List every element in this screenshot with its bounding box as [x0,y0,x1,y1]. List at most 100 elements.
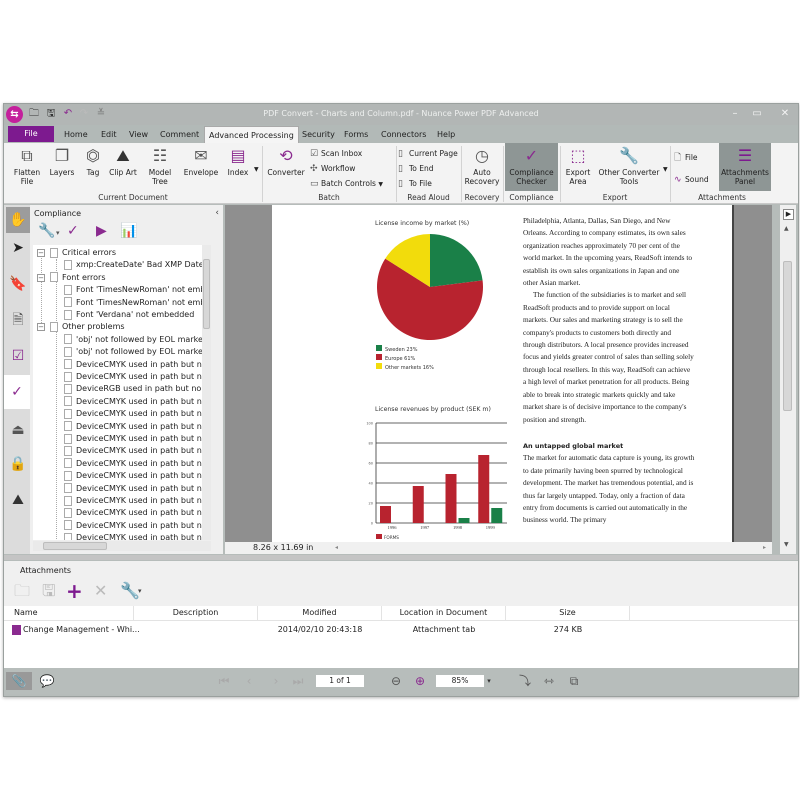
tab-security[interactable]: Security [298,126,339,143]
zoom-level-input[interactable]: 85% [436,675,484,687]
attachments-toggle-icon[interactable]: 📎 [6,672,32,690]
tree-vertical-scrollbar[interactable] [202,245,211,540]
select-tool-icon[interactable]: ➤ [6,235,30,261]
export-area-button[interactable]: ⬚ Export Area [564,146,592,186]
zoom-out-icon[interactable]: ⊖ [387,672,405,690]
document-vertical-scrollbar[interactable]: ▶ ▲ ▼ [780,205,796,554]
scroll-up-arrow[interactable]: ▲ [784,225,789,232]
tab-advanced-processing[interactable]: Advanced Processing [204,126,299,143]
tab-edit[interactable]: Edit [97,126,121,143]
auto-recovery-button[interactable]: ◷ Auto Recovery [464,146,500,186]
collapse-icon[interactable]: − [37,273,45,282]
workflow-button[interactable]: ✣ Workflow [310,162,355,175]
other-converter-dropdown-icon[interactable]: ▼ [663,163,668,176]
stamp-icon[interactable]: ⏏ [6,417,30,443]
maximize-button[interactable]: ▭ [746,107,768,121]
tab-forms[interactable]: Forms [340,126,372,143]
collapse-panel-button[interactable]: ‹ [215,208,219,218]
save-attachment-icon[interactable]: 🖫 [42,581,56,601]
full-screen-icon[interactable]: ⧉ [565,672,583,690]
play-icon[interactable]: ▶ [96,223,107,239]
hscroll-right-arrow[interactable]: ▸ [763,542,766,554]
fit-width-icon[interactable]: ⇿ [540,672,558,690]
attach-file-button[interactable]: 🗋 File [674,151,698,164]
tree-issue-item[interactable]: DeviceCMYK used in path but no outp [64,445,211,457]
tree-horizontal-scrollbar[interactable] [33,541,211,551]
comments-toggle-icon[interactable]: 💬 [36,672,58,690]
collapse-icon[interactable]: − [37,323,45,332]
next-page-button[interactable]: › [268,672,284,690]
tree-issue-item[interactable]: DeviceCMYK used in path but no outp [64,507,211,519]
flatten-file-button[interactable]: ⧉ Flatten File [12,146,42,186]
compliance-checker-button[interactable]: ✓ Compliance Checker [505,143,558,191]
attachment-tools-wrench-icon[interactable]: 🔧 [120,581,140,601]
tree-issue-item[interactable]: Font 'Verdana' not embedded [64,309,194,321]
previous-page-button[interactable]: ‹ [241,672,257,690]
attachment-tools-dropdown-icon[interactable]: ▾ [138,581,142,601]
tree-issue-item[interactable]: 'obj' not followed by EOL marker. [64,334,208,346]
settings-dropdown-icon[interactable]: ▾ [56,229,60,237]
tab-help[interactable]: Help [433,126,459,143]
tree-issue-item[interactable]: Font 'TimesNewRoman' not embedd [64,284,211,296]
hand-tool-icon[interactable]: ✋ [6,207,30,233]
tree-issue-item[interactable]: DeviceCMYK used in path but no outp [64,483,211,495]
tree-hscroll-thumb[interactable] [43,542,107,550]
tree-issue-item[interactable]: DeviceCMYK used in path but no outp [64,408,211,420]
first-page-button[interactable]: ⏮ [216,672,232,690]
tree-group-item[interactable]: − Other problems [37,321,125,333]
file-tab[interactable]: File [8,126,54,142]
bookmarks-icon[interactable]: 🔖 [6,271,30,297]
run-check-icon[interactable]: ✓ [67,223,79,239]
page-number-input[interactable]: 1 of 1 [316,675,364,687]
tab-comment[interactable]: Comment [156,126,203,143]
tab-home[interactable]: Home [60,126,92,143]
close-button[interactable]: ✕ [774,107,796,121]
settings-wrench-icon[interactable]: 🔧 [38,223,55,239]
zoom-in-icon[interactable]: ⊕ [411,672,429,690]
zoom-dropdown-icon[interactable]: ▾ [484,672,494,690]
panel-splitter[interactable] [4,555,798,560]
compliance-panel-icon[interactable]: ✓ [4,375,30,409]
tree-issue-item[interactable]: 'obj' not followed by EOL marker. [64,346,208,358]
scan-inbox-button[interactable]: ☑ Scan Inbox [310,147,362,160]
layers-button[interactable]: ❐ Layers [48,146,76,177]
tree-issue-item[interactable]: DeviceCMYK used in path but no outp [64,433,211,445]
hscroll-left-arrow[interactable]: ◂ [335,542,338,554]
tree-issue-item[interactable]: DeviceCMYK used in path but no outp [64,532,211,540]
minimize-button[interactable]: – [724,107,746,121]
converter-button[interactable]: ⟲ Converter [267,146,305,177]
tree-issue-item[interactable]: DeviceRGB used in path but no outpu [64,383,211,395]
tree-issue-item[interactable]: DeviceCMYK used in path but no outp [64,458,211,470]
tab-view[interactable]: View [125,126,152,143]
clip-art-button[interactable]: ⛰ Clip Art [108,146,138,177]
batch-controls-button[interactable]: ▭ Batch Controls ▼ [310,177,383,190]
tree-issue-item[interactable]: DeviceCMYK used in path but no outp [64,470,211,482]
column-header-location[interactable]: Location in Document [382,606,506,620]
tree-issue-item[interactable]: Font 'TimesNewRoman' not embedd [64,297,211,309]
report-icon[interactable]: 📊 [120,223,137,239]
rotate-page-icon[interactable]: ⤵ [516,672,534,690]
read-current-page-button[interactable]: ▯ Current Page [398,147,458,160]
index-button[interactable]: ▤ Index [225,146,251,177]
tree-issue-item[interactable]: xmp:CreateDate' Bad XMP Date: '2002 [64,259,211,271]
open-attachment-icon[interactable]: 🗀 [14,581,30,601]
other-converter-tools-button[interactable]: 🔧 Other Converter Tools [598,146,660,186]
model-tree-button[interactable]: ☷ Model Tree [146,146,174,186]
forms-check-icon[interactable]: ☑ [6,343,30,369]
tree-issue-item[interactable]: DeviceCMYK used in path but no outp [64,495,211,507]
index-dropdown-icon[interactable]: ▼ [254,163,259,176]
tab-connectors[interactable]: Connectors [377,126,430,143]
tree-issue-item[interactable]: DeviceCMYK used in path but no outp [64,359,211,371]
tree-issue-item[interactable]: DeviceCMYK used in path but no outp [64,396,211,408]
envelope-button[interactable]: ✉ Envelope [183,146,219,177]
pages-icon[interactable]: 🗎 [6,307,30,333]
document-scroll-thumb[interactable] [783,261,792,411]
lock-icon[interactable]: 🔒 [6,451,30,477]
attachments-panel-button[interactable]: ☰ Attachments Panel [719,143,771,191]
column-header-description[interactable]: Description [134,606,258,620]
tag-button[interactable]: ⏣ Tag [82,146,104,177]
collapse-icon[interactable]: − [37,249,45,257]
scroll-down-arrow[interactable]: ▼ [784,541,789,548]
tree-group-item[interactable]: − Critical errors [37,247,116,259]
read-to-end-button[interactable]: ▯ To End [398,162,434,175]
